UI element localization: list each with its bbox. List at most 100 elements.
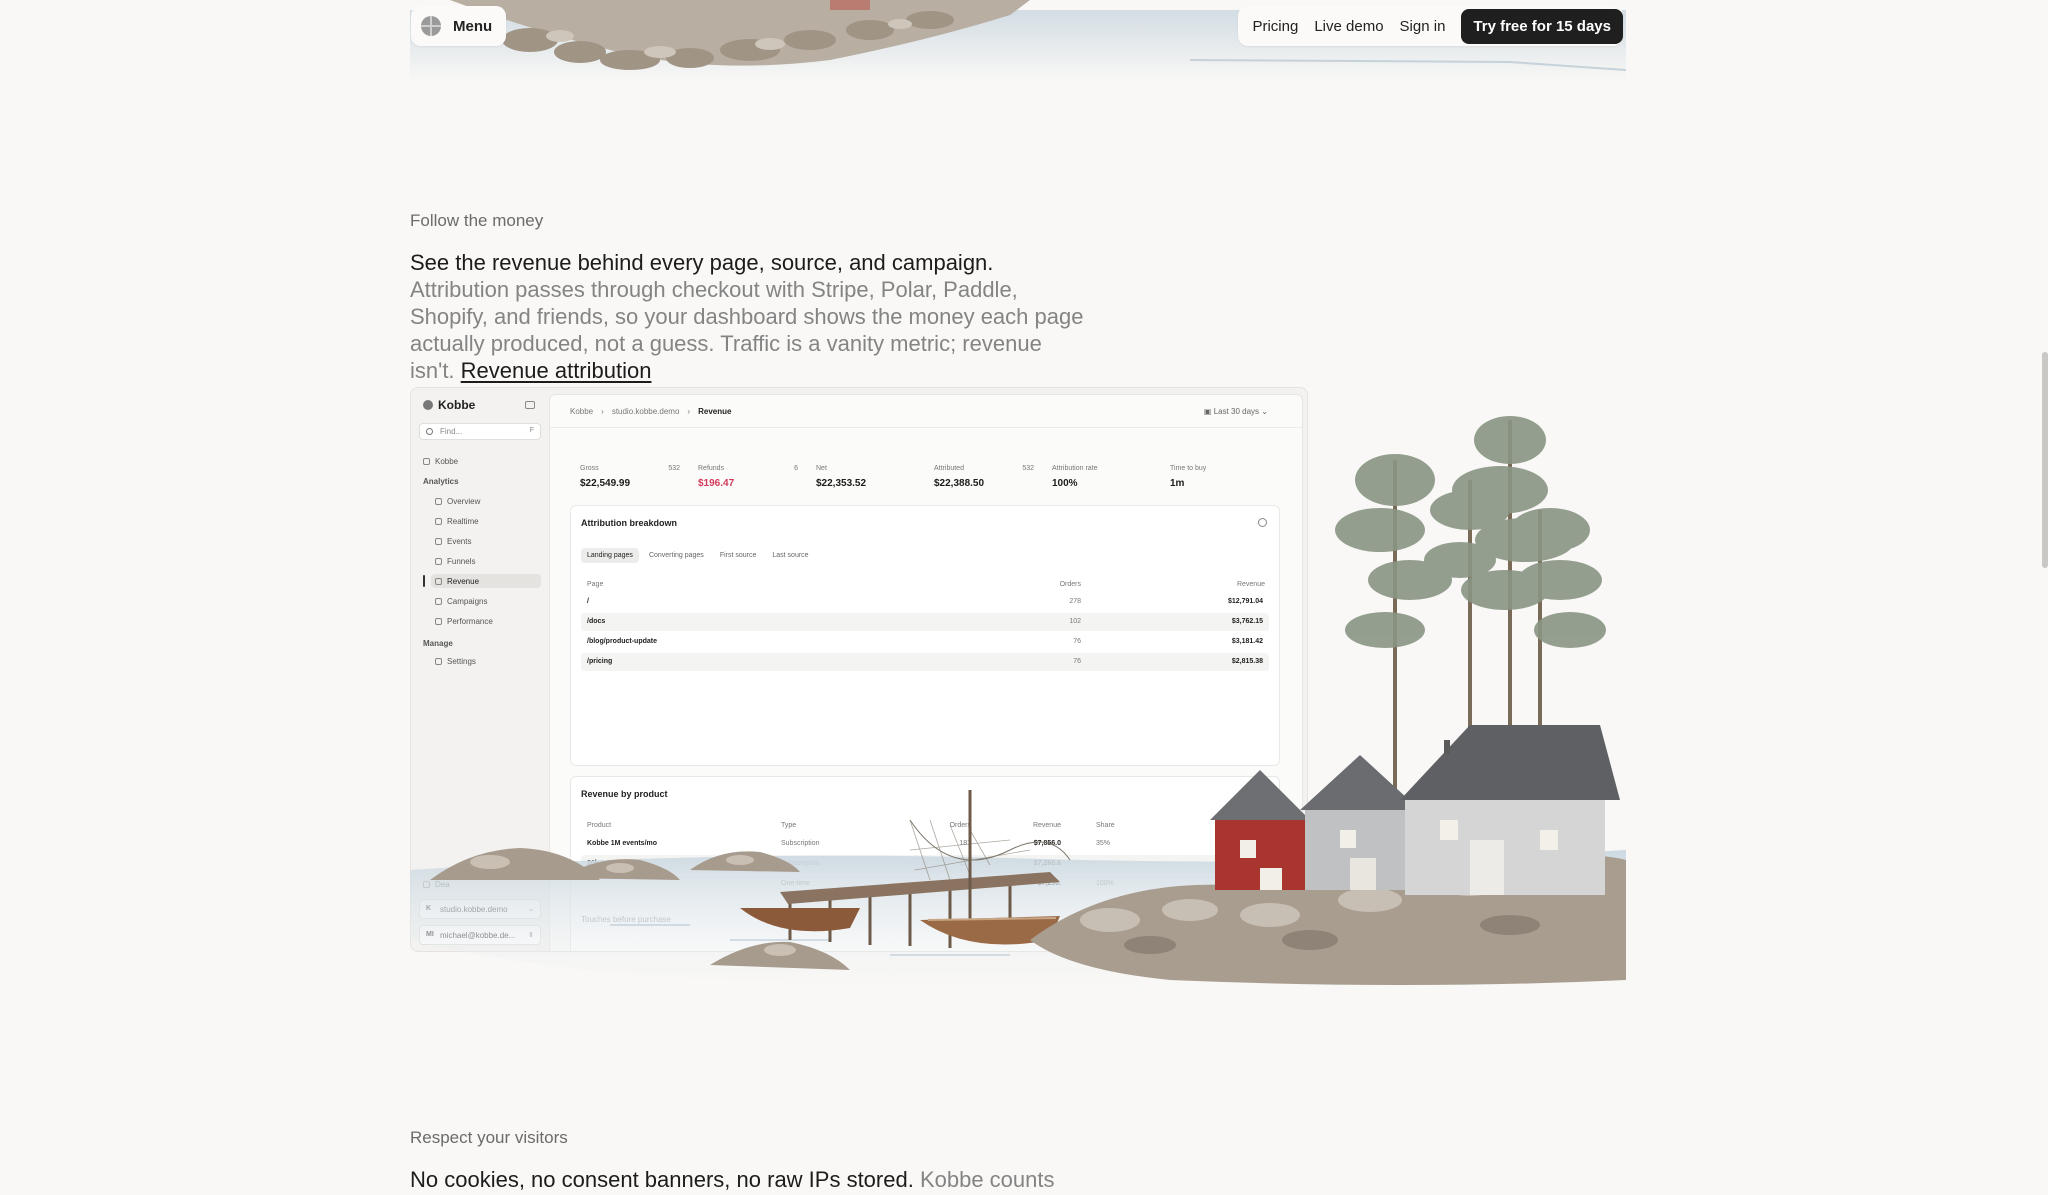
sidebar-item-label: Performance xyxy=(447,616,493,626)
sidebar-toggle-icon[interactable] xyxy=(525,401,535,409)
sidebar-item-label: Events xyxy=(447,536,472,546)
sidebar-item-events[interactable]: Events xyxy=(435,534,471,548)
table-row[interactable]: / 278 $12,791.04 xyxy=(581,593,1269,611)
kpi-label: Attributed xyxy=(934,465,964,472)
chart-icon xyxy=(435,497,442,505)
kpi-value: $22,388.50 xyxy=(934,478,985,489)
events-icon xyxy=(435,537,442,545)
cell-page: /pricing xyxy=(587,658,613,665)
tab-converting-pages[interactable]: Converting pages xyxy=(643,548,710,563)
table-row[interactable]: One-time 168 $7,236. 100% xyxy=(581,875,1269,893)
nav-sign-in-link[interactable]: Sign in xyxy=(1400,18,1446,35)
panel-title: Revenue by product xyxy=(581,789,668,799)
column-header: Product xyxy=(587,822,612,829)
kpi-refunds: Refunds 6 $196.47 xyxy=(698,465,798,489)
subsection-title: Touches before purchase xyxy=(581,915,671,924)
cell-revenue: $7,260.6 xyxy=(1033,860,1061,867)
cell-orders: 278 xyxy=(1069,598,1081,605)
tab-last-source[interactable]: Last source xyxy=(766,548,814,563)
cell-orders: 76 xyxy=(1073,638,1081,645)
find-input[interactable]: Find... F xyxy=(419,423,541,440)
column-header: Type xyxy=(781,822,797,829)
sidebar-item-revenue[interactable]: Revenue xyxy=(431,574,541,588)
table-row[interactable]: /pricing 76 $2,815.38 xyxy=(581,653,1269,671)
kpi-count: 6 xyxy=(794,465,798,472)
cell-revenue: $2,815.38 xyxy=(1231,658,1263,665)
active-indicator xyxy=(423,575,425,587)
cell-revenue: $7,856.0 xyxy=(1033,840,1061,847)
search-icon xyxy=(426,428,433,435)
sidebar-item-funnels[interactable]: Funnels xyxy=(435,554,475,568)
sidebar-item-label: Overview xyxy=(447,496,481,506)
section-eyebrow: Follow the money xyxy=(410,211,544,230)
kpi-value: $22,549.99 xyxy=(580,478,631,489)
sidebar-item-label: Kobbe xyxy=(435,456,459,466)
page-scrollbar[interactable] xyxy=(2042,352,2048,568)
cell-orders: 187 xyxy=(959,840,971,847)
sidebar-item-partial[interactable]: Dea xyxy=(423,877,450,891)
panel-title: Attribution breakdown xyxy=(581,518,677,528)
table-row[interactable]: 20k events/mo Subscription 177 $7,260.6 xyxy=(581,855,1269,873)
breadcrumb-item[interactable]: studio.kobbe.demo xyxy=(612,407,680,416)
brand: Kobbe xyxy=(423,398,475,412)
sidebar-item-label: Revenue xyxy=(447,576,480,586)
lead-strong: See the revenue behind every page, sourc… xyxy=(410,250,994,275)
date-range-select[interactable]: ▣ Last 30 days ⌄ xyxy=(1204,407,1268,416)
kpi-label: Net xyxy=(816,465,827,472)
cell-product: Kobbe 1M events/mo xyxy=(587,840,658,847)
table-row[interactable]: Kobbe 1M events/mo Subscription 187 $7,856.… xyxy=(581,835,1269,853)
main-content: Kobbe › studio.kobbe.demo › Revenue ▣ Last… xyxy=(549,394,1303,951)
cell-revenue: $7,236. xyxy=(1037,880,1061,887)
menu-button[interactable]: Menu xyxy=(411,6,507,46)
revenue-by-product-panel: Revenue by product Product Type Orders R… xyxy=(570,776,1280,951)
kpi-label: Attribution rate xyxy=(1052,465,1098,472)
cell-revenue: $12,791.04 xyxy=(1227,598,1263,605)
table-row[interactable]: /blog/product-update 76 $3,181.42 xyxy=(581,633,1269,651)
lead-strong: No cookies, no consent banners, no raw I… xyxy=(410,1167,914,1192)
kpi-value: 1m xyxy=(1170,478,1185,489)
column-header: Revenue xyxy=(1236,581,1265,588)
sidebar-item-performance[interactable]: Performance xyxy=(435,614,493,628)
menu-label: Menu xyxy=(453,17,493,35)
kpi-attribution-rate: Attribution rate 100% xyxy=(1052,465,1152,489)
kpi-value: $196.47 xyxy=(698,478,735,489)
kpi-count: 532 xyxy=(1022,465,1034,472)
chevron-right-icon: › xyxy=(687,407,691,416)
kpi-count: 532 xyxy=(668,465,680,472)
section-eyebrow: Respect your visitors xyxy=(410,1128,568,1147)
attribution-panel: Attribution breakdown Landing pages Conv… xyxy=(570,505,1280,766)
info-icon[interactable] xyxy=(1258,518,1267,527)
cell-product: 20k events/mo xyxy=(587,860,636,867)
cell-share: 100% xyxy=(1096,880,1114,887)
breadcrumb-item[interactable]: Kobbe xyxy=(570,407,593,416)
table-row[interactable]: /docs 102 $3,762.15 xyxy=(581,613,1269,631)
sidebar-group-analytics: Analytics xyxy=(423,477,459,486)
sidebar-item-realtime[interactable]: Realtime xyxy=(435,514,479,528)
cell-type: One-time xyxy=(781,880,810,887)
dashboard-preview: Kobbe Find... F Kobbe Analytics Overview … xyxy=(410,387,1308,952)
find-placeholder: Find... xyxy=(440,427,463,436)
sidebar-item-overview[interactable]: Overview xyxy=(435,494,480,508)
globe-icon xyxy=(421,16,441,36)
kpi-value: 100% xyxy=(1052,478,1078,489)
date-range-label: Last 30 days xyxy=(1213,407,1260,416)
sidebar-item-campaigns[interactable]: Campaigns xyxy=(435,594,487,608)
revenue-attribution-link[interactable]: Revenue attribution xyxy=(461,358,652,383)
tab-landing-pages[interactable]: Landing pages xyxy=(581,548,639,563)
sidebar-item-home[interactable]: Kobbe xyxy=(423,454,458,468)
sidebar-item-settings[interactable]: Settings xyxy=(435,654,476,668)
find-shortcut: F xyxy=(529,427,534,434)
tab-first-source[interactable]: First source xyxy=(714,548,763,563)
chevron-updown-icon: ⇕ xyxy=(528,932,534,939)
nav-pricing-link[interactable]: Pricing xyxy=(1252,18,1298,35)
site-switcher[interactable]: Kstudio.kobbe.demo ⌄ xyxy=(419,899,541,919)
user-menu[interactable]: MI michael@kobbe.de... ⇕ xyxy=(419,925,541,945)
try-free-button[interactable]: Try free for 15 days xyxy=(1461,8,1623,44)
chevron-down-icon: ⌄ xyxy=(528,906,534,913)
site-avatar: K xyxy=(426,905,432,912)
cell-orders: 168 xyxy=(959,880,971,887)
nav-live-demo-link[interactable]: Live demo xyxy=(1314,18,1383,35)
site-name: studio.kobbe.demo xyxy=(440,905,508,914)
cell-orders: 76 xyxy=(1073,658,1081,665)
cell-share: 35% xyxy=(1096,840,1111,847)
